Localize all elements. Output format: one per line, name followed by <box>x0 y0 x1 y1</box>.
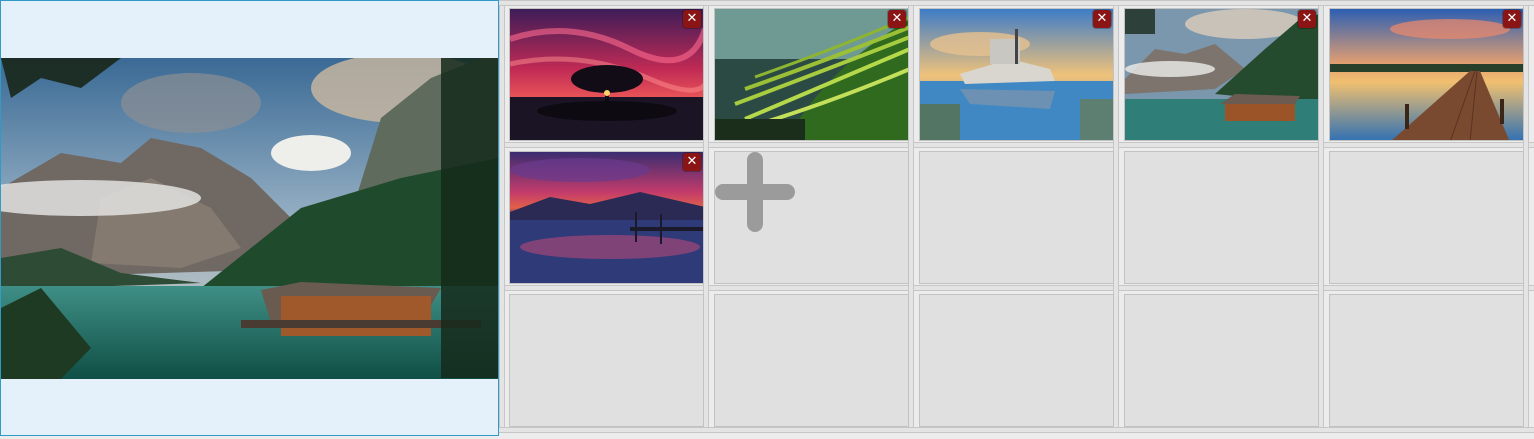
sunset-tree-image <box>510 9 703 140</box>
lake-reflection-image <box>510 152 703 283</box>
landscape-preview-image <box>1 58 498 379</box>
pier-sunset-image <box>1330 9 1523 140</box>
close-icon: ✕ <box>686 154 698 169</box>
close-icon: ✕ <box>1096 11 1108 26</box>
row-divider <box>499 285 1534 291</box>
empty-slot <box>509 294 704 427</box>
thumbnail-slot[interactable]: ✕ <box>714 8 909 141</box>
thumbnail-slot[interactable]: ✕ <box>509 8 704 141</box>
empty-slot <box>1124 294 1319 427</box>
thumbnail-grid: ✕ ✕ ✕ ✕ ✕ ✕ <box>499 0 1534 439</box>
empty-slot <box>714 294 909 427</box>
remove-image-button[interactable]: ✕ <box>1503 10 1521 28</box>
empty-slot <box>919 294 1114 427</box>
thumbnail-slot[interactable]: ✕ <box>1124 8 1319 141</box>
mountain-lake-cabin-image <box>1125 9 1318 140</box>
thumbnail-slot[interactable]: ✕ <box>1329 8 1524 141</box>
close-icon: ✕ <box>891 11 903 26</box>
empty-slot <box>1329 294 1524 427</box>
empty-slot <box>919 151 1114 284</box>
remove-image-button[interactable]: ✕ <box>683 10 701 28</box>
row-divider <box>499 0 1534 6</box>
row-divider <box>499 427 1534 433</box>
add-image-button[interactable] <box>714 151 909 284</box>
close-icon: ✕ <box>1506 11 1518 26</box>
empty-slot <box>1329 151 1524 284</box>
row-divider <box>499 142 1534 148</box>
image-preview-pane <box>0 0 499 436</box>
shipwreck-image <box>920 9 1113 140</box>
close-icon: ✕ <box>1301 11 1313 26</box>
thumbnail-slot[interactable]: ✕ <box>509 151 704 284</box>
thumbnail-slot[interactable]: ✕ <box>919 8 1114 141</box>
remove-image-button[interactable]: ✕ <box>1298 10 1316 28</box>
close-icon: ✕ <box>686 11 698 26</box>
remove-image-button[interactable]: ✕ <box>888 10 906 28</box>
remove-image-button[interactable]: ✕ <box>1093 10 1111 28</box>
plus-icon <box>715 152 795 232</box>
column-divider <box>499 6 505 427</box>
empty-slot <box>1124 151 1319 284</box>
remove-image-button[interactable]: ✕ <box>683 153 701 171</box>
rice-terraces-image <box>715 9 908 140</box>
